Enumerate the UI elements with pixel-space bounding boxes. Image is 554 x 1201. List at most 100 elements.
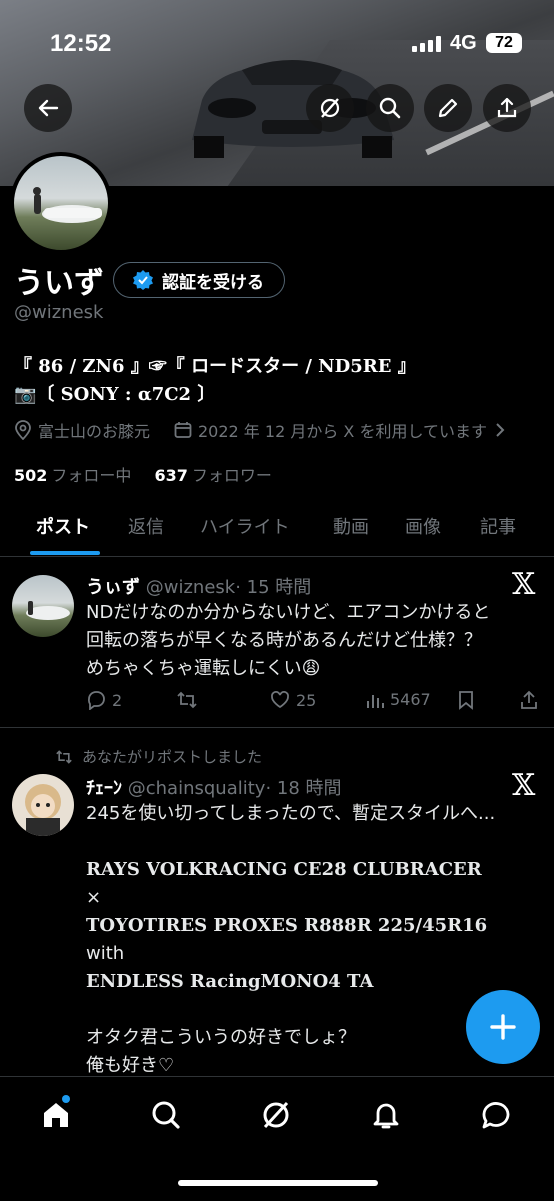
followers-link[interactable]: 637 フォロワー	[155, 466, 272, 485]
share-icon	[521, 690, 537, 709]
follow-stats: 502 フォロー中 637 フォロワー	[14, 462, 272, 486]
post-time: · 18 時間	[265, 778, 342, 799]
bookmark-icon	[459, 691, 473, 710]
repost-button[interactable]	[176, 690, 198, 710]
tab-images[interactable]: 画像	[405, 513, 441, 539]
post-text-line: 245を使い切ってしまったので、暫定スタイルへ...	[86, 803, 496, 824]
repost-note: あなたがリポストしました	[82, 748, 263, 766]
nav-explore[interactable]	[146, 1095, 186, 1135]
share-button[interactable]	[483, 84, 531, 132]
post-time: · 15 時間	[235, 577, 312, 598]
home-notification-dot	[62, 1095, 70, 1103]
post-text-line: めちゃくちゃ運転しにくい😩	[86, 658, 321, 679]
tab-highlights[interactable]: ハイライト	[200, 513, 290, 539]
post-author-avatar[interactable]	[12, 575, 74, 637]
nav-home[interactable]	[36, 1095, 76, 1135]
reply-button[interactable]: 2	[86, 690, 122, 710]
followers-label: フォロワー	[191, 466, 272, 485]
chevron-right-icon	[496, 423, 505, 437]
status-bar: 12:52 4G 72	[0, 30, 554, 60]
profile-tabs: ポスト 返信 ハイライト 動画 画像 記事	[0, 498, 554, 557]
repost-icon	[56, 749, 72, 764]
post-text: 245を使い切ってしまったので、暫定スタイルへ... RAYS VOLKRACI…	[86, 800, 526, 1080]
tab-videos[interactable]: 動画	[333, 513, 369, 539]
get-verified-label: 認証を受ける	[162, 272, 264, 293]
post-text-line: ENDLESS RacingMONO4 TA	[86, 971, 374, 992]
like-count: 25	[296, 690, 317, 710]
bookmark-button[interactable]	[458, 690, 474, 710]
home-indicator	[178, 1180, 378, 1186]
post-text-line: NDだけなのか分からないけど、エアコンかけると	[86, 602, 491, 623]
view-count: 5467	[390, 690, 431, 709]
post-author-avatar[interactable]	[12, 774, 74, 836]
nav-grok[interactable]	[256, 1095, 296, 1135]
location: 富士山のお膝元	[14, 418, 150, 442]
reply-icon	[87, 691, 105, 710]
notifications-icon	[373, 1103, 399, 1129]
post-text-line: オタク君こういうの好きでしょ？	[86, 1027, 356, 1048]
share-icon	[497, 97, 517, 118]
search-button[interactable]	[366, 84, 414, 132]
following-label: フォロー中	[51, 466, 132, 485]
following-link[interactable]: 502 フォロー中	[14, 466, 131, 485]
bio-line-1: 『 86 / ZN6 』☞『 ロードスター / ND5RE 』	[14, 356, 416, 377]
post-author-handle[interactable]: @wiznesk	[146, 577, 235, 598]
edit-icon	[438, 98, 458, 118]
nav-messages[interactable]	[476, 1095, 516, 1135]
views-button[interactable]: 5467	[366, 690, 431, 709]
back-button[interactable]	[24, 84, 72, 132]
like-icon	[271, 691, 289, 709]
tab-articles[interactable]: 記事	[480, 513, 516, 539]
views-icon	[367, 694, 384, 708]
status-time: 12:52	[50, 30, 112, 57]
grok-icon	[320, 98, 340, 118]
post-text-line: TOYOTIRES PROXES R888R 225/45R16	[86, 915, 488, 936]
messages-icon	[482, 1102, 510, 1129]
back-arrow-icon	[38, 99, 59, 117]
x-logo-icon: 𝕏	[512, 768, 536, 803]
location-text: 富士山のお膝元	[38, 422, 151, 441]
post-actions: 2 25 5467	[86, 690, 541, 714]
post-text-line: RAYS VOLKRACING CE28 CLUBRACER	[86, 859, 482, 880]
post-text: NDだけなのか分からないけど、エアコンかけると 回転の落ちが早くなる時があるんだ…	[86, 599, 526, 683]
post-author-name[interactable]: うぃず	[86, 577, 140, 598]
post-text-line: ×	[86, 887, 102, 908]
profile-name: ういず	[14, 266, 104, 301]
repost-indicator: あなたがリポストしました	[54, 746, 262, 767]
signal-icon	[412, 36, 441, 52]
search-icon	[379, 97, 401, 119]
reply-count: 2	[112, 690, 123, 710]
post-header: ﾁｪｰﾝ @chainsquality· 18 時間	[86, 774, 342, 800]
post-author-name[interactable]: ﾁｪｰﾝ	[86, 778, 122, 799]
followers-count: 637	[154, 466, 188, 485]
grok-button[interactable]	[306, 84, 354, 132]
like-button[interactable]: 25	[270, 690, 316, 710]
edit-profile-button[interactable]	[424, 84, 472, 132]
battery-level: 72	[486, 33, 522, 53]
join-date[interactable]: 2022 年 12 月から X を利用しています	[174, 418, 505, 442]
get-verified-button[interactable]: 認証を受ける	[113, 262, 285, 298]
post-text-line: 回転の落ちが早くなる時があるんだけど仕様？？	[86, 630, 482, 651]
following-count: 502	[14, 466, 48, 485]
profile-avatar[interactable]	[10, 152, 112, 254]
profile-handle: @wiznesk	[14, 302, 104, 323]
repost-icon	[177, 691, 197, 709]
tab-replies[interactable]: 返信	[128, 513, 164, 539]
nav-notifications[interactable]	[366, 1095, 406, 1135]
verified-icon	[133, 270, 153, 290]
join-date-text: 2022 年 12 月から X を利用しています	[198, 422, 487, 441]
explore-icon	[152, 1101, 180, 1129]
compose-button[interactable]	[466, 990, 540, 1064]
calendar-icon	[174, 422, 192, 438]
grok-icon	[263, 1101, 289, 1129]
post-author-handle[interactable]: @chainsquality	[128, 778, 266, 799]
compose-icon	[490, 1014, 516, 1040]
active-tab-indicator	[30, 551, 100, 555]
network-type: 4G	[450, 32, 477, 54]
x-logo-icon: 𝕏	[512, 567, 536, 602]
avatar-car-photo	[33, 187, 102, 223]
tab-posts[interactable]: ポスト	[36, 513, 90, 539]
home-icon	[44, 1103, 68, 1127]
post-header: うぃず @wiznesk· 15 時間	[86, 573, 311, 599]
post-share-button[interactable]	[520, 690, 538, 710]
